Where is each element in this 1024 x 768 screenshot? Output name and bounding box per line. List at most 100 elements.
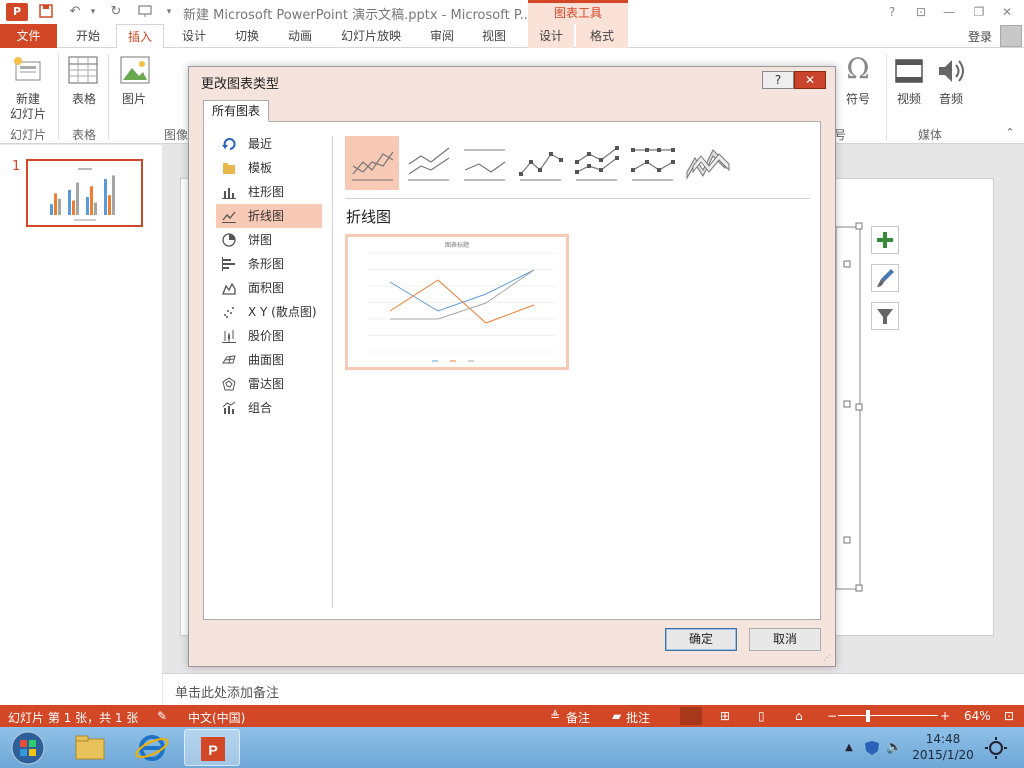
- presentation-from-start-icon[interactable]: [136, 3, 154, 21]
- slide-sorter-icon[interactable]: ⊞: [720, 709, 730, 723]
- video-button[interactable]: 视频: [892, 90, 926, 107]
- chart-filters-button[interactable]: [871, 302, 899, 330]
- brightness-icon[interactable]: [982, 729, 1010, 766]
- video-icon[interactable]: [895, 58, 923, 87]
- dialog-help-button[interactable]: ?: [762, 71, 794, 89]
- zoom-level[interactable]: 64%: [964, 709, 991, 723]
- powerpoint-app-icon[interactable]: P: [6, 3, 28, 21]
- picture-icon[interactable]: [120, 56, 150, 87]
- spelling-check-icon[interactable]: ✎: [157, 709, 167, 723]
- subtype-line-with-markers[interactable]: [513, 136, 567, 190]
- comments-toggle[interactable]: 批注: [626, 709, 650, 726]
- chart-styles-button[interactable]: [871, 264, 899, 292]
- subtype-100-stacked-line-with-markers[interactable]: [625, 136, 679, 190]
- tab-view[interactable]: 视图: [470, 24, 518, 48]
- tab-design[interactable]: 设计: [170, 24, 218, 48]
- tab-animations[interactable]: 动画: [276, 24, 324, 48]
- tab-transitions[interactable]: 切换: [224, 24, 270, 48]
- notes-status-icon[interactable]: ≜: [550, 709, 560, 723]
- tab-chart-design[interactable]: 设计: [528, 24, 574, 48]
- category-scatter[interactable]: X Y (散点图): [216, 300, 322, 324]
- category-combo[interactable]: 组合: [216, 396, 322, 420]
- omega-icon[interactable]: Ω: [844, 52, 872, 85]
- redo-icon[interactable]: ↻: [107, 3, 125, 21]
- category-stock[interactable]: 股价图: [216, 324, 322, 348]
- slide-thumbnail[interactable]: [26, 159, 143, 227]
- category-radar[interactable]: 雷达图: [216, 372, 322, 396]
- language-status[interactable]: 中文(中国): [188, 709, 245, 726]
- normal-view-icon[interactable]: [680, 707, 702, 725]
- avatar[interactable]: [1000, 25, 1022, 47]
- tab-file[interactable]: 文件: [0, 24, 57, 48]
- fit-slide-icon[interactable]: ⊡: [1004, 709, 1014, 723]
- resize-grip-icon[interactable]: ⋰: [823, 653, 833, 663]
- tab-review[interactable]: 审阅: [418, 24, 466, 48]
- dialog-close-button[interactable]: ✕: [794, 71, 826, 89]
- security-shield-icon[interactable]: [862, 729, 882, 766]
- category-area[interactable]: 面积图: [216, 276, 322, 300]
- file-explorer-taskbar-button[interactable]: [62, 729, 118, 766]
- subtype-3d-line[interactable]: [681, 136, 735, 190]
- volume-icon[interactable]: 🔈: [886, 729, 906, 766]
- category-surface[interactable]: 曲面图: [216, 348, 322, 372]
- system-clock[interactable]: 14:48 2015/1/20: [908, 731, 978, 763]
- zoom-in-icon[interactable]: +: [940, 709, 950, 723]
- table-icon[interactable]: [68, 56, 98, 87]
- powerpoint-icon: P: [201, 737, 225, 761]
- zoom-slider-handle[interactable]: [866, 710, 870, 722]
- help-icon[interactable]: ?: [881, 3, 903, 21]
- category-pie[interactable]: 饼图: [216, 228, 322, 252]
- notes-placeholder[interactable]: 单击此处添加备注: [175, 682, 279, 701]
- start-button[interactable]: [2, 729, 58, 766]
- tab-home[interactable]: 开始: [66, 24, 110, 48]
- restore-button[interactable]: ❐: [968, 3, 990, 21]
- internet-explorer-taskbar-button[interactable]: [124, 729, 180, 766]
- tab-insert[interactable]: 插入: [116, 24, 164, 49]
- collapse-ribbon-icon[interactable]: ⌃: [1003, 126, 1017, 139]
- subtype-stacked-line[interactable]: [401, 136, 455, 190]
- subtype-line[interactable]: [345, 136, 399, 190]
- category-recent[interactable]: 最近: [216, 132, 322, 156]
- ok-button[interactable]: 确定: [665, 628, 737, 651]
- clock-date: 2015/1/20: [912, 748, 974, 762]
- chart-preview[interactable]: 图表标题: [345, 234, 569, 370]
- category-bar[interactable]: 条形图: [216, 252, 322, 276]
- tab-slideshow[interactable]: 幻灯片放映: [331, 24, 411, 48]
- close-button[interactable]: ✕: [996, 3, 1018, 21]
- cancel-button[interactable]: 取消: [749, 628, 821, 651]
- category-column[interactable]: 柱形图: [216, 180, 322, 204]
- subtype-100-stacked-line[interactable]: [457, 136, 511, 190]
- picture-button[interactable]: 图片: [118, 90, 150, 107]
- slideshow-view-icon[interactable]: ⌂: [795, 709, 803, 723]
- new-slide-label[interactable]: 幻灯片: [4, 105, 52, 122]
- ribbon-display-options-icon[interactable]: ⊡: [910, 3, 932, 21]
- zoom-slider[interactable]: [838, 715, 938, 716]
- customize-toolbar-icon[interactable]: ▾: [160, 3, 178, 21]
- category-line[interactable]: 折线图: [216, 204, 322, 228]
- audio-button[interactable]: 音频: [934, 90, 968, 107]
- save-icon[interactable]: [37, 3, 55, 21]
- reading-view-icon[interactable]: ▯: [758, 709, 765, 723]
- speaker-icon[interactable]: [936, 56, 966, 89]
- notes-pane[interactable]: 单击此处添加备注: [163, 673, 1024, 705]
- category-templates[interactable]: 模板: [216, 156, 322, 180]
- notes-toggle[interactable]: 备注: [566, 709, 590, 726]
- symbol-button[interactable]: 符号: [842, 90, 874, 107]
- comments-status-icon[interactable]: ▰: [612, 709, 621, 723]
- slide-count-status[interactable]: 幻灯片 第 1 张，共 1 张: [8, 709, 138, 726]
- tab-chart-format[interactable]: 格式: [576, 24, 628, 48]
- tab-all-charts[interactable]: 所有图表: [203, 100, 269, 122]
- table-button[interactable]: 表格: [68, 90, 100, 107]
- subtype-stacked-line-with-markers[interactable]: [569, 136, 623, 190]
- powerpoint-taskbar-button[interactable]: P: [184, 729, 240, 766]
- zoom-out-icon[interactable]: −: [827, 709, 837, 723]
- undo-icon[interactable]: ↶: [66, 3, 84, 21]
- chart-preview-image: 图表标题: [368, 241, 556, 362]
- minimize-button[interactable]: —: [938, 3, 960, 21]
- sign-in-link[interactable]: 登录: [968, 28, 992, 45]
- show-hidden-icons[interactable]: ▲: [842, 729, 856, 766]
- new-slide-icon[interactable]: [12, 54, 44, 89]
- undo-dropdown-icon[interactable]: ▾: [84, 3, 102, 21]
- status-bar: 幻灯片 第 1 张，共 1 张 ✎ 中文(中国) ≜ 备注 ▰ 批注 ⊞ ▯ ⌂…: [0, 705, 1024, 727]
- chart-elements-button[interactable]: [871, 226, 899, 254]
